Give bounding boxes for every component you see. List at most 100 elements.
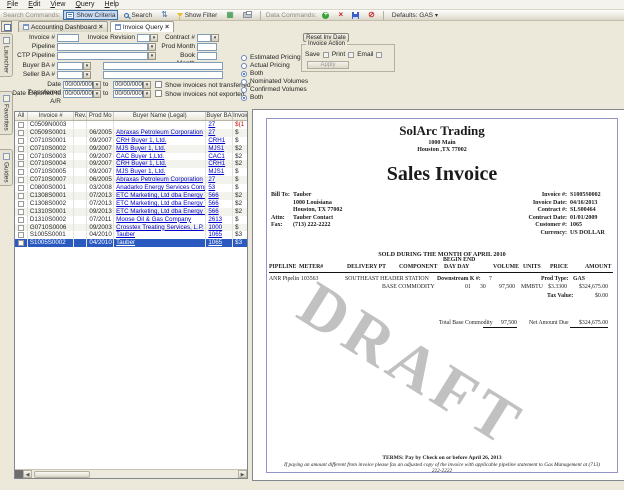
- row-checkbox[interactable]: [18, 209, 24, 215]
- save-checkbox[interactable]: [323, 52, 329, 58]
- column-header-all[interactable]: All: [15, 112, 28, 120]
- buyer-name-cell[interactable]: ETC Marketing, Ltd dba Energy Transfer: [114, 200, 206, 208]
- row-checkbox[interactable]: [18, 177, 24, 183]
- row-checkbox[interactable]: [18, 193, 24, 199]
- row-checkbox[interactable]: [18, 225, 24, 231]
- buyer-name-cell[interactable]: MJS Buyer 1, Ltd.: [114, 145, 206, 153]
- email-checkbox[interactable]: [376, 52, 382, 58]
- row-checkbox[interactable]: [18, 185, 24, 191]
- table-row[interactable]: C0710S000109/2007CRH Buyer 1, Ltd.CRH1$: [15, 137, 247, 145]
- buyer-ba-cell[interactable]: 27: [206, 176, 233, 184]
- buyer-name-cell[interactable]: CRH Buyer 1, Ltd.: [114, 137, 206, 145]
- seller-ba-input[interactable]: [57, 71, 83, 79]
- cancel-record-button[interactable]: ⊘: [365, 10, 378, 20]
- contract-number-dropdown[interactable]: ▾: [211, 34, 219, 42]
- pipeline-input[interactable]: [57, 43, 148, 51]
- table-row[interactable]: C0509S000106/2005Abraxas Petroleum Corpo…: [15, 129, 247, 137]
- table-row[interactable]: C0710S000409/2007CRH Buyer 1, Ltd.CRH1$2: [15, 160, 247, 168]
- buyer-ba-cell[interactable]: CRH1: [206, 137, 233, 145]
- row-checkbox[interactable]: [18, 122, 24, 128]
- menu-help[interactable]: Help: [100, 0, 124, 9]
- buyer-name-cell[interactable]: Anadarko Energy Services Company: [114, 184, 206, 192]
- buyer-ba-link[interactable]: 53: [208, 184, 215, 191]
- menu-query[interactable]: Query: [70, 0, 99, 9]
- table-row[interactable]: C0509N000327$(1: [15, 121, 247, 129]
- apply-button[interactable]: Apply: [307, 61, 349, 69]
- buyer-name-link[interactable]: CRH Buyer 1, Ltd.: [116, 160, 166, 167]
- table-row[interactable]: C0800S000103/2008Anadarko Energy Service…: [15, 184, 247, 192]
- date-exported-to-input[interactable]: 00/00/0000: [113, 90, 143, 98]
- buyer-ba-name-input[interactable]: [103, 62, 223, 70]
- scroll-left-button[interactable]: ◀: [23, 470, 32, 478]
- buyer-ba-link[interactable]: 1000: [208, 224, 222, 231]
- sidebar-tab-guides[interactable]: Guides: [0, 149, 13, 187]
- buyer-name-cell[interactable]: ETC Marketing, Ltd dba Energy Transfer: [114, 208, 206, 216]
- buyer-ba-cell[interactable]: CAC1: [206, 153, 233, 161]
- ctp-pipeline-input[interactable]: [57, 52, 148, 60]
- table-row[interactable]: C1308S000107/2013ETC Marketing, Ltd dba …: [15, 192, 247, 200]
- buyer-ba-link[interactable]: CRH1: [208, 160, 225, 167]
- table-row[interactable]: C0710S000309/2007CAC Buyer 1,Ltd.CAC1$2: [15, 153, 247, 161]
- horizontal-scrollbar[interactable]: ◀ ▶: [15, 469, 247, 478]
- buyer-name-link[interactable]: Tauber: [116, 231, 135, 238]
- buyer-ba-link[interactable]: 27: [208, 129, 215, 136]
- buyer-ba-cell[interactable]: 1065: [206, 231, 233, 239]
- seller-ba-dropdown[interactable]: ▾: [83, 71, 91, 79]
- buyer-name-link[interactable]: CAC Buyer 1,Ltd.: [116, 153, 164, 160]
- search-button[interactable]: Search: [121, 10, 155, 20]
- buyer-ba-link[interactable]: 27: [208, 121, 215, 128]
- show-filter-button[interactable]: Show Filter: [174, 10, 221, 20]
- buyer-ba-cell[interactable]: 566: [206, 200, 233, 208]
- print-button[interactable]: [240, 10, 255, 20]
- table-row[interactable]: D1310S000207/2011Moose Oil & Gas Company…: [15, 216, 247, 224]
- buyer-name-link[interactable]: MJS Buyer 1, Ltd.: [116, 168, 165, 175]
- scroll-right-button[interactable]: ▶: [238, 470, 247, 478]
- row-checkbox[interactable]: [18, 154, 24, 160]
- contract-number-input[interactable]: [197, 34, 211, 42]
- menu-view[interactable]: View: [45, 0, 70, 9]
- buyer-name-link[interactable]: ETC Marketing, Ltd dba Energy Transfer: [116, 192, 206, 199]
- buyer-name-link[interactable]: Tauber: [116, 239, 135, 246]
- scrollbar-thumb[interactable]: [34, 471, 90, 478]
- row-checkbox[interactable]: [18, 138, 24, 144]
- row-checkbox[interactable]: [18, 169, 24, 175]
- buyer-ba-cell[interactable]: 27: [206, 129, 233, 137]
- buyer-name-link[interactable]: Crosstex Treating Services, L.P.: [116, 224, 204, 231]
- date-transferred-to-input[interactable]: 00/00/0000: [113, 81, 143, 89]
- table-row[interactable]: C0710S000509/2007MJS Buyer 1, Ltd.MJS1$: [15, 168, 247, 176]
- table-row[interactable]: C0710S000209/2007MJS Buyer 1, Ltd.MJS1$2: [15, 145, 247, 153]
- buyer-name-cell[interactable]: Crosstex Treating Services, L.P.: [114, 224, 206, 232]
- buyer-name-cell[interactable]: Abraxas Petroleum Corporation: [114, 129, 206, 137]
- buyer-ba-cell[interactable]: 566: [206, 192, 233, 200]
- buyer-ba-link[interactable]: 2613: [208, 216, 222, 223]
- show-criteria-button[interactable]: Show Criteria: [63, 10, 118, 20]
- add-record-button[interactable]: +: [319, 10, 332, 20]
- row-checkbox[interactable]: [18, 161, 24, 167]
- row-checkbox[interactable]: [18, 240, 24, 246]
- table-row[interactable]: S1005S000204/2010Tauber1065$3: [15, 239, 247, 247]
- date-transferred-to-dropdown[interactable]: ▾: [143, 81, 151, 89]
- date-transferred-from-input[interactable]: 00/00/0000: [63, 81, 93, 89]
- prod-month-input[interactable]: [197, 43, 217, 51]
- buyer-name-link[interactable]: Anadarko Energy Services Company: [116, 184, 206, 191]
- row-checkbox[interactable]: [18, 146, 24, 152]
- date-exported-to-dropdown[interactable]: ▾: [143, 90, 151, 98]
- buyer-name-cell[interactable]: Moose Oil & Gas Company: [114, 216, 206, 224]
- menu-file[interactable]: File: [2, 0, 23, 9]
- buyer-ba-link[interactable]: 1065: [208, 231, 222, 238]
- sidebar-tab-launcher[interactable]: Launcher: [0, 33, 13, 77]
- buyer-name-link[interactable]: ETC Marketing, Ltd dba Energy Transfer: [116, 200, 206, 207]
- show-not-exported-checkbox[interactable]: [155, 90, 162, 97]
- buyer-ba-link[interactable]: 27: [208, 176, 215, 183]
- row-checkbox[interactable]: [18, 201, 24, 207]
- column-header-invoice[interactable]: Invoice #: [28, 112, 75, 120]
- buyer-ba-link[interactable]: CRH1: [208, 137, 225, 144]
- pricing-option-actual-pricing[interactable]: Actual Pricing: [241, 63, 301, 69]
- table-row[interactable]: C1308S000207/2013ETC Marketing, Ltd dba …: [15, 200, 247, 208]
- buyer-ba-link[interactable]: MJS1: [208, 168, 224, 175]
- column-header-prod-mo[interactable]: Prod Mo: [87, 112, 114, 120]
- date-exported-from-input[interactable]: 00/00/0000: [63, 90, 93, 98]
- volume-option-confirmed-volumes[interactable]: Confirmed Volumes: [241, 87, 308, 93]
- buyer-ba-cell[interactable]: MJS1: [206, 168, 233, 176]
- column-header-buyer-name-legal[interactable]: Buyer Name (Legal): [114, 112, 206, 120]
